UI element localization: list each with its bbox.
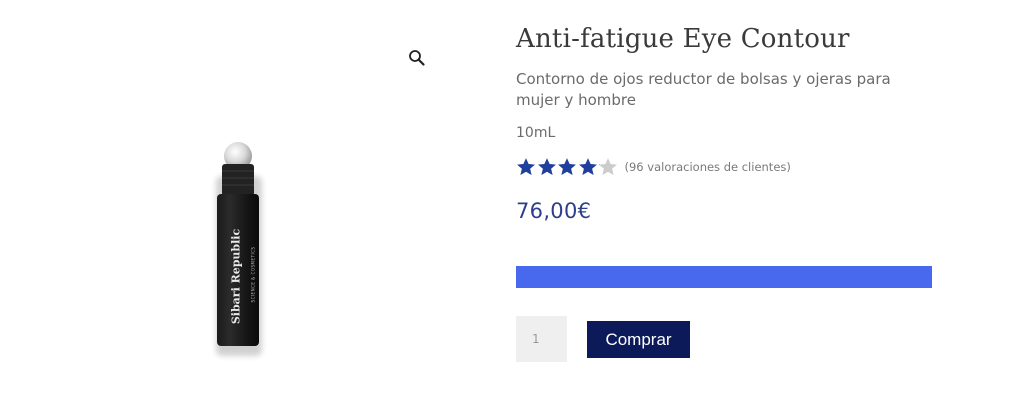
product-size: 10mL (516, 125, 556, 141)
product-image[interactable]: Sibari Republic SCIENCE & COSMETICS (176, 136, 296, 366)
product-price: 76,00€ (516, 199, 592, 223)
star-icon (578, 158, 597, 175)
reviews-link[interactable]: (96 valoraciones de clientes) (625, 160, 791, 174)
zoom-icon[interactable] (405, 46, 429, 70)
product-subtitle: Contorno de ojos reductor de bolsas y oj… (516, 70, 891, 109)
quantity-input[interactable] (516, 316, 567, 362)
product-page: Sibari Republic SCIENCE & COSMETICS Anti… (0, 0, 1024, 408)
bottle-brand-text: Sibari Republic (229, 228, 243, 325)
star-icon (599, 158, 617, 175)
product-gallery: Sibari Republic SCIENCE & COSMETICS (0, 0, 470, 408)
product-title: Anti-fatigue Eye Contour (516, 24, 850, 54)
star-icon (517, 158, 535, 175)
star-rating (516, 157, 619, 177)
bottle-tagline-text: SCIENCE & COSMETICS (250, 246, 256, 303)
star-icon (558, 158, 576, 175)
buy-button[interactable]: Comprar (587, 321, 690, 358)
product-rating: (96 valoraciones de clientes) (516, 155, 791, 179)
variation-selector[interactable] (516, 266, 932, 288)
star-icon (537, 158, 556, 175)
